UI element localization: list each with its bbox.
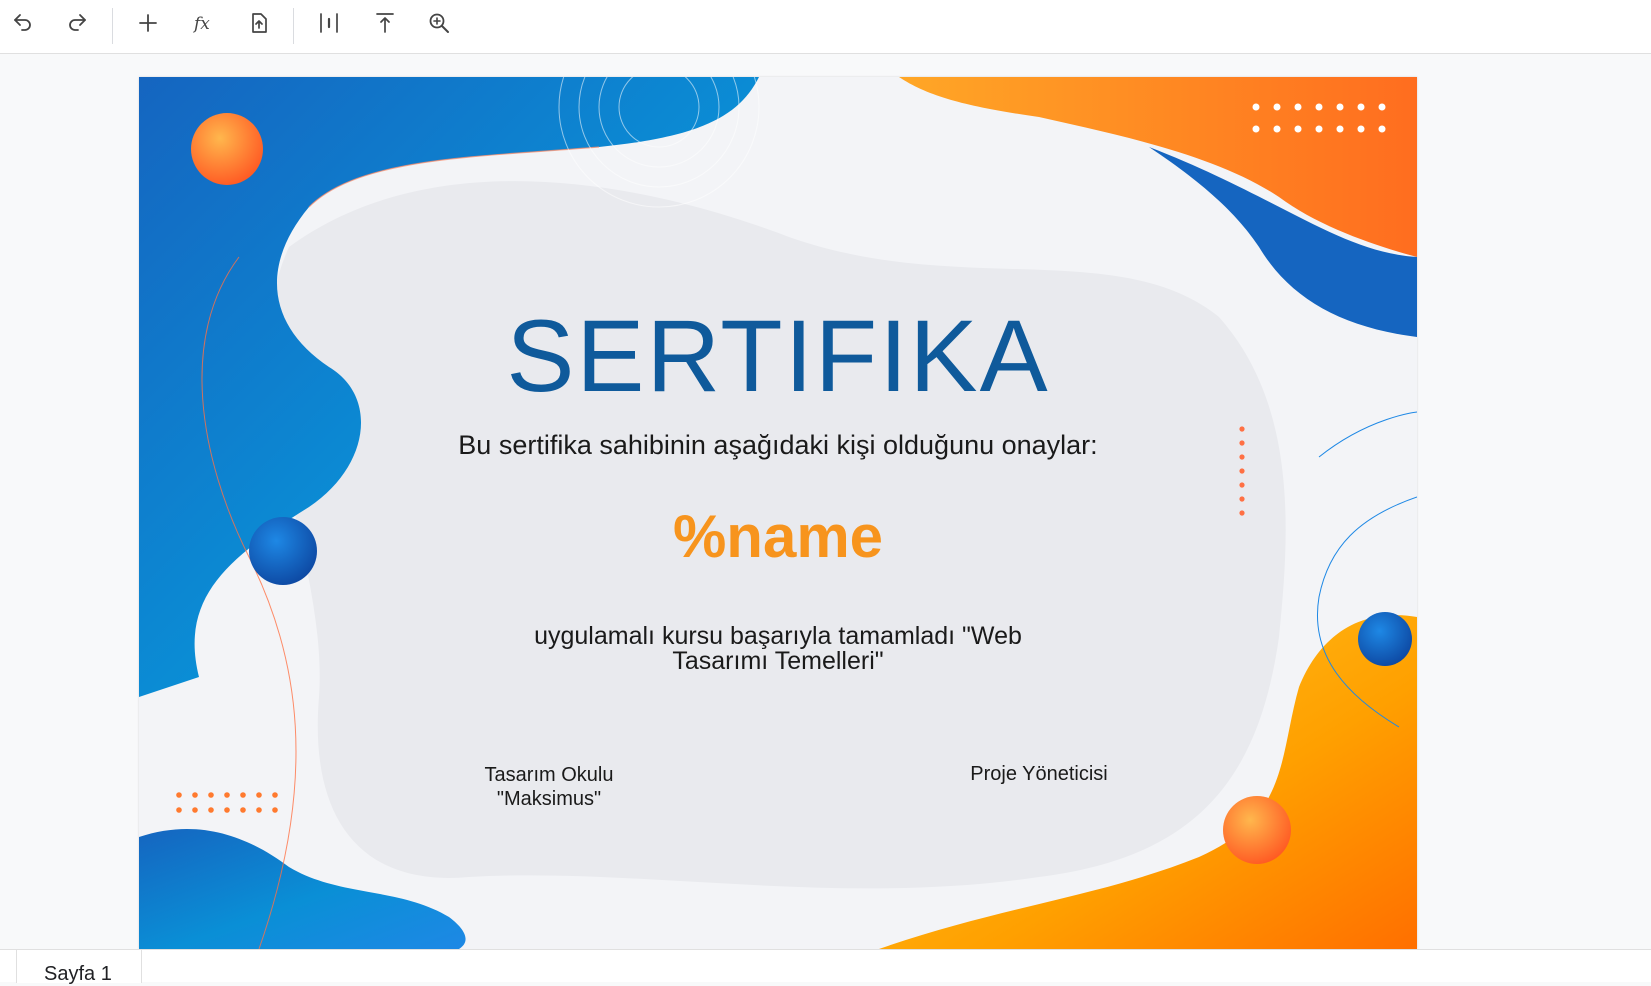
certificate-subtitle[interactable]: Bu sertifika sahibinin aşağıdaki kişi ol… [139,430,1417,461]
toolbar-divider [293,8,294,44]
export-button[interactable] [242,6,276,40]
file-upload-icon [252,13,267,33]
blue-ball-decoration [1358,612,1412,666]
align-top-icon [376,13,394,33]
plus-icon [139,14,157,32]
certificate-page[interactable]: SERTIFIKA Bu sertifika sahibinin aşağıda… [139,77,1417,949]
svg-text:fx: fx [192,14,210,34]
align-top-button[interactable] [368,6,402,40]
sheet-tab-sayfa-1[interactable]: Sayfa 1 [16,950,142,985]
course-line: uygulamalı kursu başarıyla tamamladı "We… [534,622,1022,650]
function-button[interactable]: fx [187,6,221,40]
undo-button[interactable] [6,6,40,40]
toolbar-divider [112,8,113,44]
zoom-in-icon [429,13,449,33]
orange-ball-decoration [1223,796,1291,864]
signature-project-manager[interactable]: Proje Yöneticisi [949,762,1129,786]
redo-icon [69,14,86,31]
fx-icon: fx [192,14,210,34]
orange-ball-decoration [191,113,263,185]
align-center-button[interactable] [312,6,346,40]
certificate-title[interactable]: SERTIFIKA [139,305,1417,407]
undo-icon [14,14,31,31]
canvas-area: SERTIFIKA Bu sertifika sahibinin aşağıda… [0,55,1651,949]
signature-school[interactable]: Tasarım Okulu "Maksimus" [459,763,639,811]
redo-button[interactable] [60,6,94,40]
toolbar: fx [0,0,1651,54]
recipient-name-placeholder[interactable]: %name [139,502,1417,571]
sheet-tab-bar: Sayfa 1 [0,949,1651,985]
add-button[interactable] [131,6,165,40]
course-description[interactable]: uygulamalı kursu başarıyla tamamladı "We… [523,624,1033,674]
school-line: "Maksimus" [496,788,602,810]
zoom-button[interactable] [422,6,456,40]
align-center-icon [320,13,338,33]
school-line: Tasarım Okulu [484,764,614,786]
course-line: Tasarımı Temelleri" [672,647,884,675]
